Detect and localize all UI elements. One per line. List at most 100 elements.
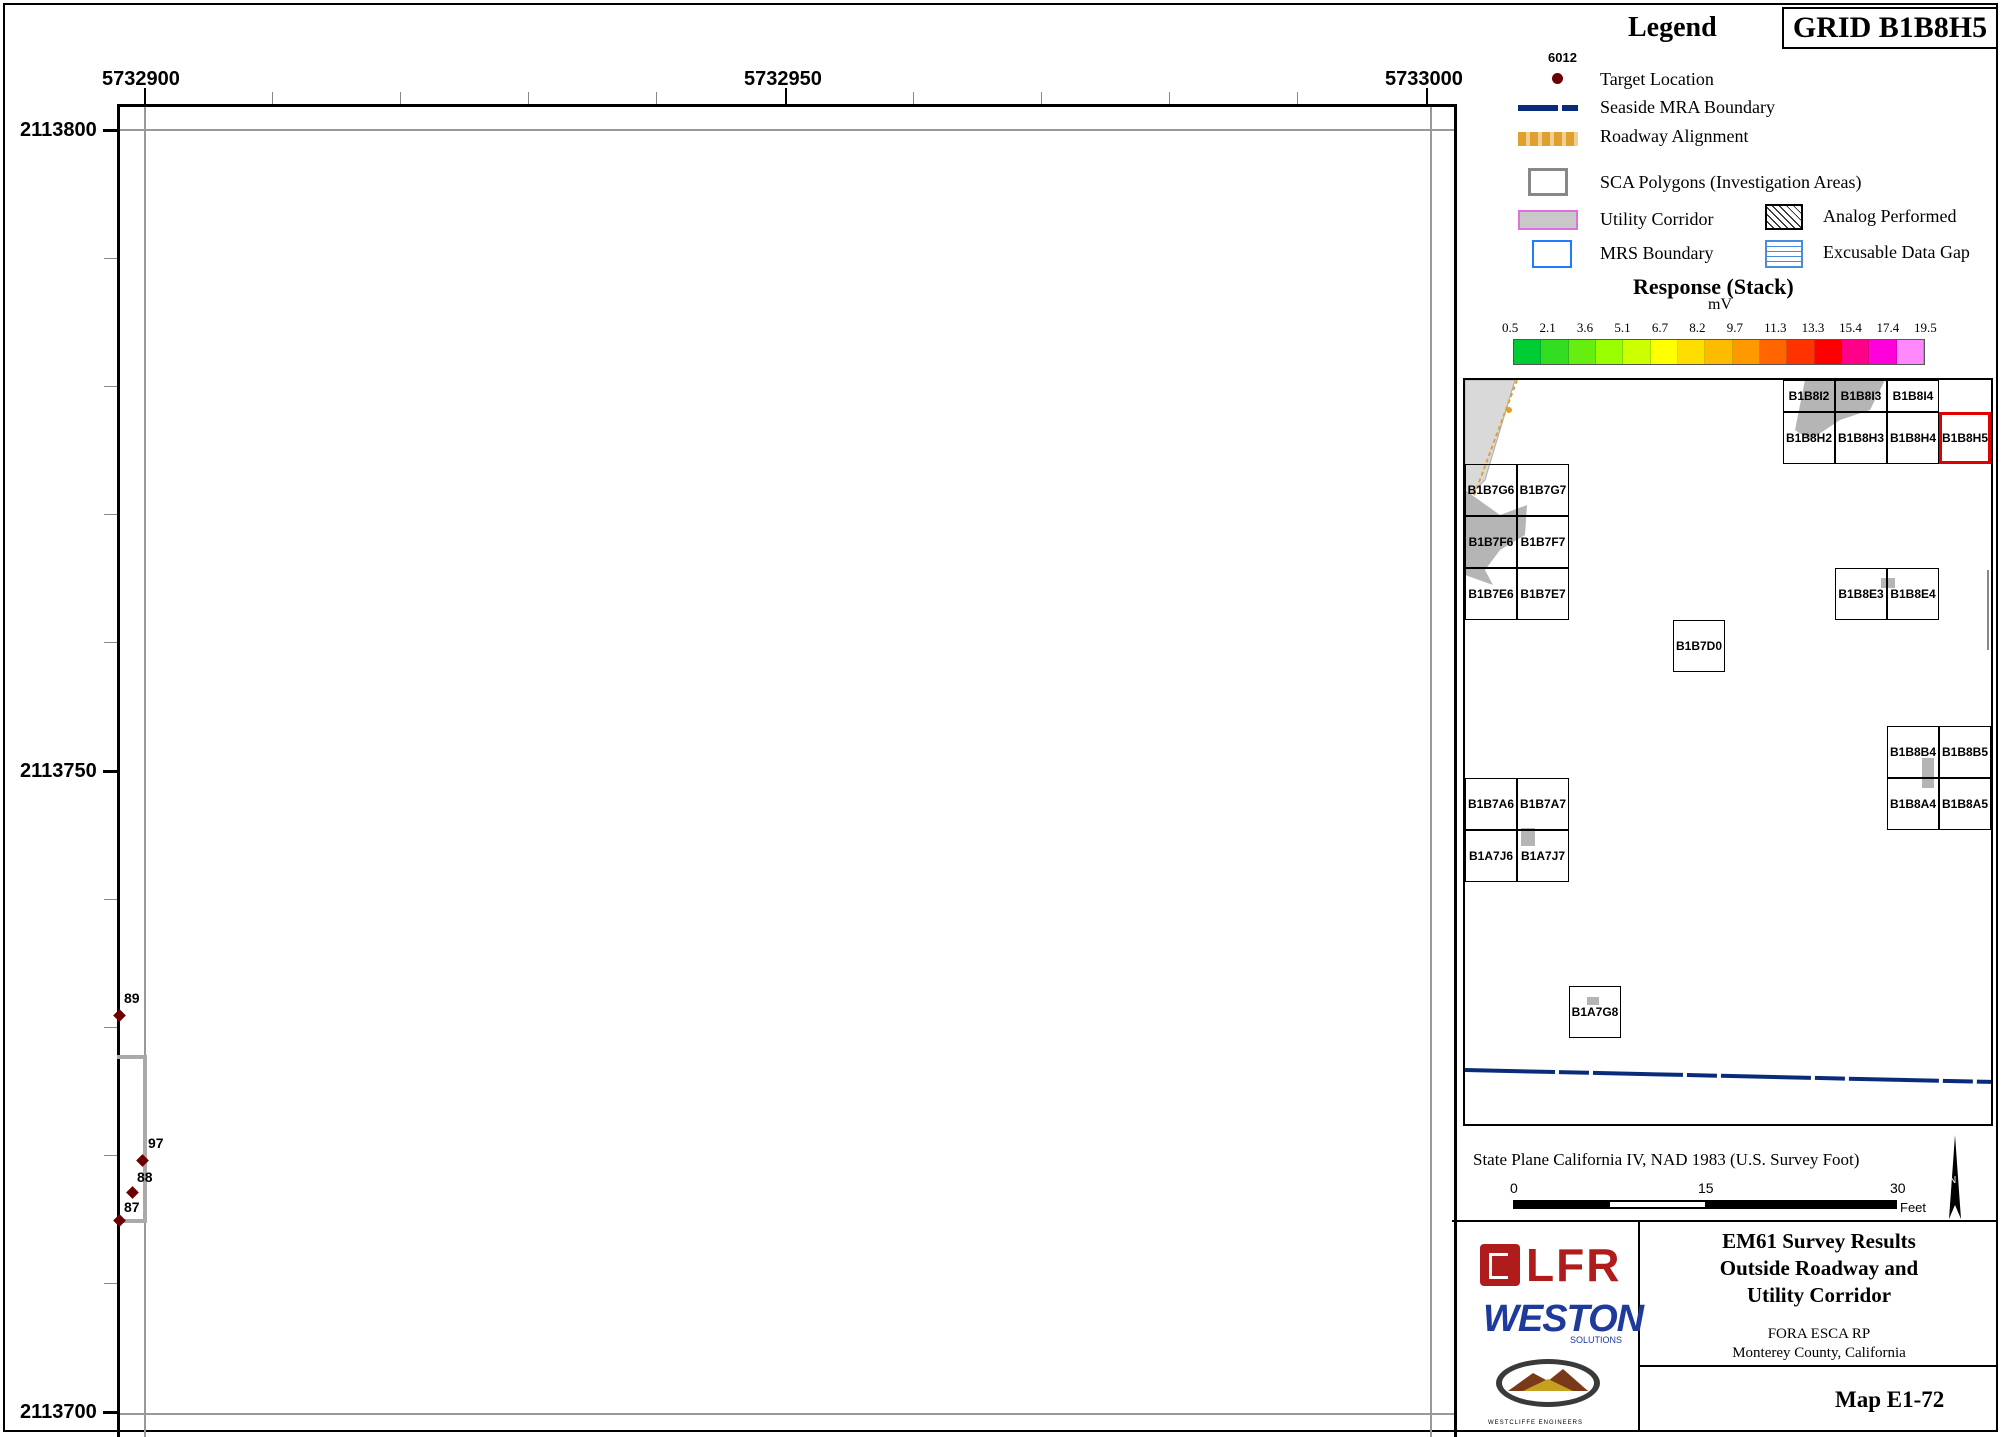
roadway-icon (1518, 132, 1578, 146)
title-block-divider (1638, 1365, 1998, 1367)
north-arrow-icon: N (1949, 1135, 1961, 1219)
color-scale-swatch (1677, 340, 1706, 364)
project-name: FORA ESCA RP (1767, 1326, 1871, 1342)
index-grid-cell[interactable]: B1B8E4 (1887, 568, 1939, 620)
color-scale-swatch (1595, 340, 1624, 364)
map-number: Map E1-72 (1835, 1387, 1945, 1412)
color-scale-swatch (1787, 340, 1815, 364)
y-minor-tick (104, 514, 118, 515)
color-scale-swatch (1541, 340, 1569, 364)
seaside-boundary-icon (1518, 105, 1578, 111)
lfr-logo-icon (1480, 1244, 1520, 1286)
y-minor-tick (104, 1283, 118, 1284)
legend-item-label: Analog Performed (1823, 206, 1957, 226)
index-grid-cell[interactable]: B1B7F6 (1465, 516, 1517, 568)
color-scale-swatch (1514, 340, 1542, 364)
scale-label: 15 (1698, 1180, 1714, 1196)
y-coord-label: 2113700 (20, 1401, 97, 1423)
lfr-logo-text: LFR (1526, 1239, 1622, 1291)
target-label: 97 (148, 1135, 164, 1151)
color-scale-swatch (1896, 340, 1924, 364)
index-grid-cell[interactable]: B1B7E7 (1517, 568, 1569, 620)
index-grid-cell[interactable]: B1B7G6 (1465, 464, 1517, 516)
legend-sample-target-label: 6012 (1548, 50, 1577, 65)
y-minor-tick (104, 386, 118, 387)
color-scale-labels: 0.5 2.1 3.6 5.1 6.7 8.2 9.7 11.3 13.3 15.4 17.4 19.… (1502, 320, 1938, 338)
westcliffe-logo-text: WESTCLIFFE ENGINEERS (1488, 1420, 1584, 1426)
index-grid-cell[interactable]: B1B7D0 (1673, 620, 1725, 672)
map-title: EM61 Survey Results Outside Roadway and … (1640, 1228, 1998, 1309)
index-grid-cell[interactable]: B1B8H2 (1783, 412, 1835, 464)
y-minor-tick (104, 1027, 118, 1028)
color-scale-swatch (1705, 340, 1733, 364)
scale-unit: Feet (1900, 1200, 1927, 1215)
color-scale-label: 13.3 (1801, 320, 1825, 335)
legend-item-label: Target Location (1600, 69, 1714, 89)
index-grid-cell[interactable]: B1B8H5 (1939, 412, 1991, 464)
color-scale-swatch (1568, 340, 1596, 364)
index-grid-cell[interactable]: B1B7G7 (1517, 464, 1569, 516)
index-grid-cell[interactable]: B1B7F7 (1517, 516, 1569, 568)
color-scale-label: 17.4 (1876, 320, 1900, 335)
index-grid-cell[interactable]: B1B7E6 (1465, 568, 1517, 620)
y-minor-tick (104, 899, 118, 900)
lfr-logo: LFR (1480, 1238, 1621, 1292)
utility-corridor-icon (1518, 210, 1578, 230)
legend-item-label: SCA Polygons (Investigation Areas) (1600, 172, 1862, 192)
legend-item-label: Utility Corridor (1600, 209, 1714, 229)
index-grid-cell[interactable]: B1A7J7 (1517, 830, 1569, 882)
color-scale-label: 6.7 (1651, 320, 1669, 335)
index-map[interactable]: B1B8I2 B1B8I3 B1B8I4 B1B8H2 B1B8H3 B1B8H4 B1B8… (1463, 378, 1993, 1126)
index-grid-cell[interactable]: B1B8I3 (1835, 380, 1887, 412)
scale-label: 0 (1510, 1180, 1518, 1196)
color-scale-label: 3.6 (1576, 320, 1594, 335)
scale-bar (1513, 1200, 1897, 1209)
x-coord-label: 5732950 (744, 68, 822, 90)
index-grid-cell[interactable]: B1B8I2 (1783, 380, 1835, 412)
response-unit: mV (1708, 296, 1732, 313)
legend-item-label: Seaside MRA Boundary (1600, 97, 1775, 117)
color-scale-label: 5.1 (1614, 320, 1631, 335)
index-grid-cell[interactable]: B1B8B5 (1939, 726, 1991, 778)
target-label: 89 (124, 990, 140, 1006)
index-grid-cell[interactable]: B1A7J6 (1465, 830, 1517, 882)
color-scale-label: 2.1 (1539, 320, 1556, 335)
westcliffe-logo-icon (1496, 1359, 1600, 1407)
index-grid-cell[interactable]: B1B7A7 (1517, 778, 1569, 830)
color-scale-label: 11.3 (1764, 320, 1787, 335)
y-coord-label: 2113800 (20, 119, 97, 141)
map-title-line: Utility Corridor (1746, 1283, 1892, 1307)
index-grid-cell[interactable]: B1B8H4 (1887, 412, 1939, 464)
color-scale-swatch (1623, 340, 1651, 364)
color-scale-bar (1513, 339, 1925, 365)
index-grid-cell[interactable]: B1B8I4 (1887, 380, 1939, 412)
weston-logo-sub: SOLUTIONS (1570, 1335, 1623, 1345)
excusable-data-gap-icon (1765, 240, 1803, 268)
svg-text:N: N (1949, 1175, 1956, 1186)
color-scale-swatch (1650, 340, 1678, 364)
x-coord-label: 5732900 (102, 68, 180, 90)
index-grid-cell[interactable]: B1B8E3 (1835, 568, 1887, 620)
color-scale-label: 15.4 (1839, 320, 1862, 335)
index-grid-cell[interactable]: B1B8B4 (1887, 726, 1939, 778)
legend-item-label: Excusable Data Gap (1823, 242, 1970, 262)
color-scale-swatch (1841, 340, 1870, 364)
analog-performed-icon (1765, 204, 1803, 230)
index-grid-cell[interactable]: B1B8A4 (1887, 778, 1939, 830)
index-grid-cell[interactable]: B1A7G8 (1569, 986, 1621, 1038)
x-coord-label: 5733000 (1385, 68, 1463, 90)
color-scale-swatch (1869, 340, 1897, 364)
sca-polygon-icon (1528, 168, 1568, 196)
target-label: 87 (124, 1199, 140, 1215)
color-scale-swatch (1814, 340, 1842, 364)
color-scale-label: 0.5 (1502, 320, 1519, 335)
grid-line-vertical (1430, 107, 1432, 1437)
y-minor-tick (104, 1155, 118, 1156)
y-coord-label: 2113750 (20, 760, 97, 782)
index-grid-cell[interactable]: B1B8A5 (1939, 778, 1991, 830)
color-scale-swatch (1732, 340, 1760, 364)
y-minor-tick (104, 258, 118, 259)
target-label: 88 (137, 1169, 153, 1185)
index-grid-cell[interactable]: B1B8H3 (1835, 412, 1887, 464)
index-grid-cell[interactable]: B1B7A6 (1465, 778, 1517, 830)
